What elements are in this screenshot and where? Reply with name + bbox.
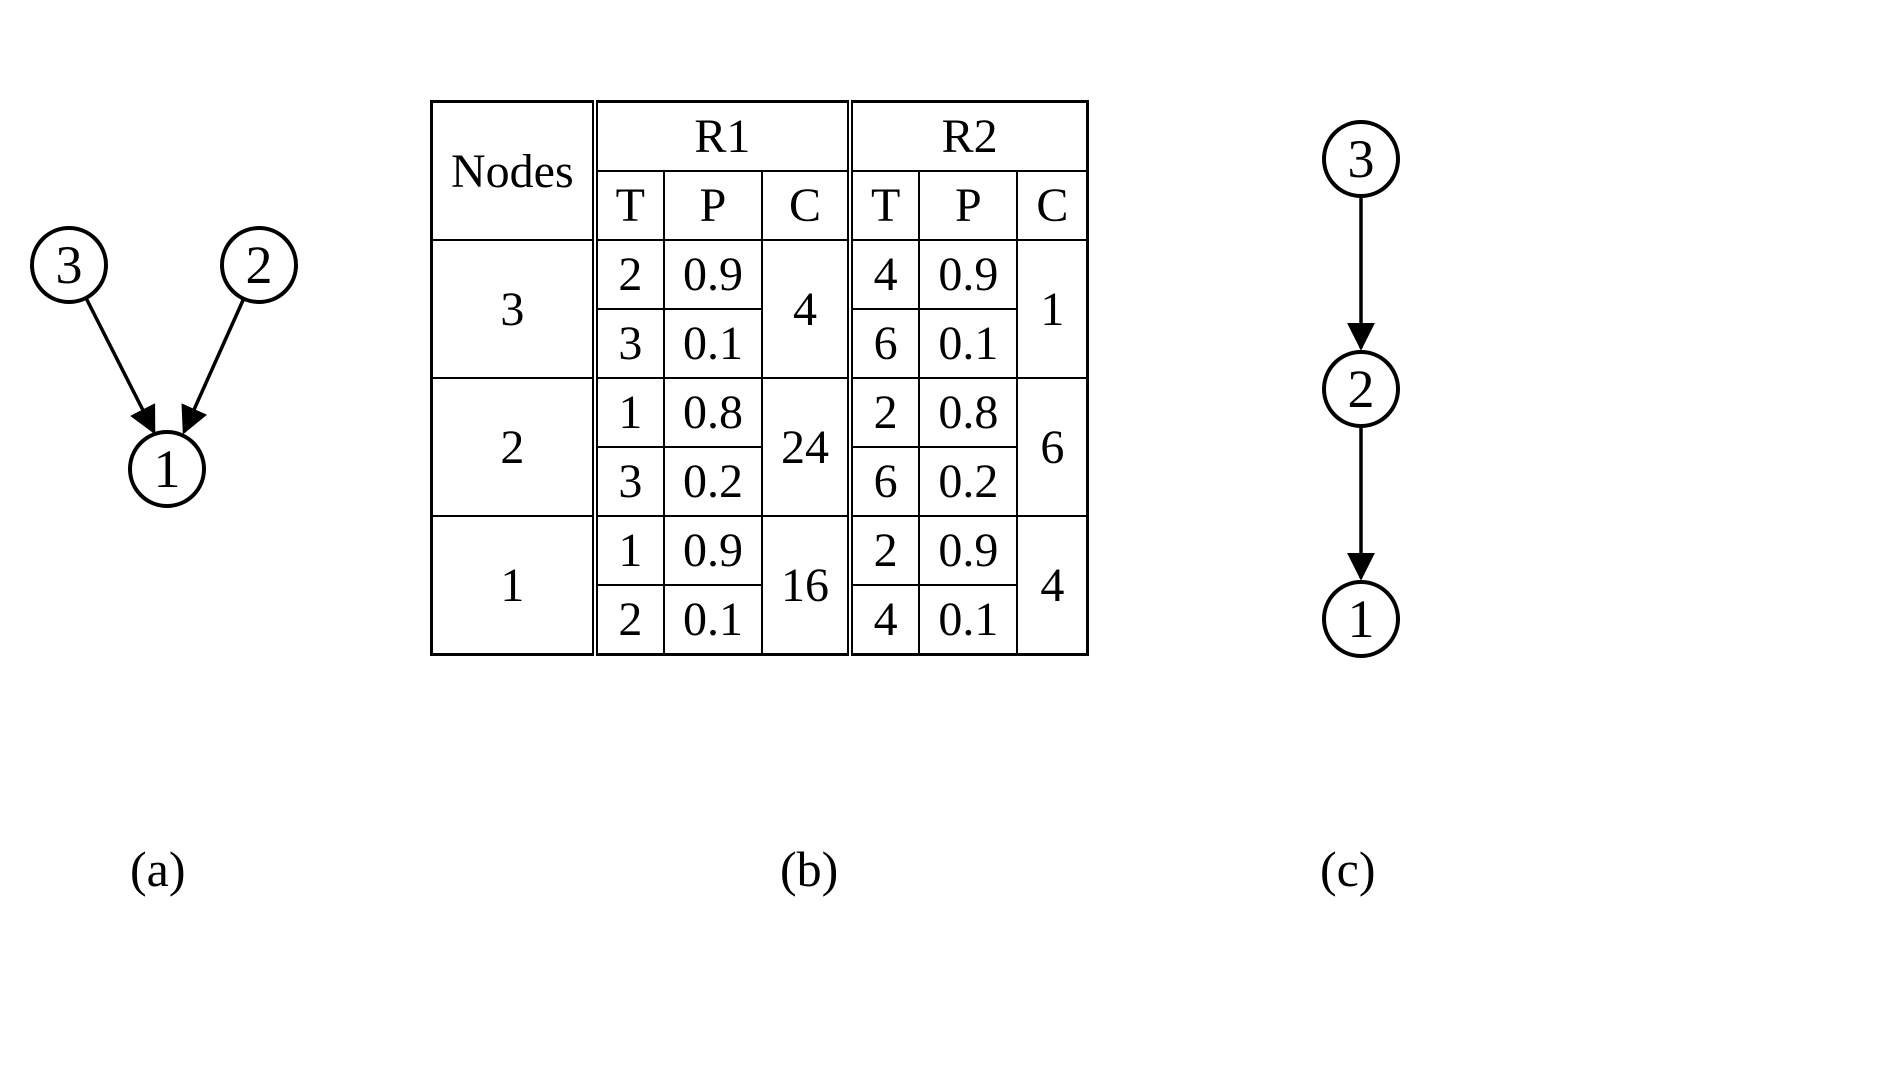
cell-node: 3 bbox=[432, 240, 595, 378]
cell-node: 2 bbox=[432, 378, 595, 516]
cell-r2-p: 0.1 bbox=[919, 309, 1017, 378]
table-row: 2 1 0.8 24 2 0.8 6 bbox=[432, 378, 1088, 447]
col-r2-p: P bbox=[919, 171, 1017, 240]
cell-r1-p: 0.9 bbox=[664, 240, 762, 309]
cell-r2-p: 0.1 bbox=[919, 585, 1017, 655]
resource-table: Nodes R1 R2 T P C T P C 3 2 0.9 bbox=[430, 100, 1089, 656]
col-nodes: Nodes bbox=[432, 102, 595, 241]
caption-b: (b) bbox=[780, 840, 838, 898]
cell-r2-p: 0.8 bbox=[919, 378, 1017, 447]
cell-node: 1 bbox=[432, 516, 595, 655]
cell-r2-c: 1 bbox=[1017, 240, 1088, 378]
cell-r2-t: 6 bbox=[850, 447, 919, 516]
table-header-row-1: Nodes R1 R2 bbox=[432, 102, 1088, 172]
cell-r1-t: 2 bbox=[595, 240, 664, 309]
table-row: 1 1 0.9 16 2 0.9 4 bbox=[432, 516, 1088, 585]
cell-r1-p: 0.1 bbox=[664, 309, 762, 378]
cell-r2-t: 4 bbox=[850, 585, 919, 655]
col-r2-t: T bbox=[850, 171, 919, 240]
cell-r2-p: 0.9 bbox=[919, 516, 1017, 585]
cell-r1-t: 1 bbox=[595, 516, 664, 585]
col-r1-t: T bbox=[595, 171, 664, 240]
col-r1-c: C bbox=[762, 171, 850, 240]
col-r1-p: P bbox=[664, 171, 762, 240]
panel-b: Nodes R1 R2 T P C T P C 3 2 0.9 bbox=[430, 100, 1089, 656]
cell-r1-c: 16 bbox=[762, 516, 850, 655]
cell-r2-t: 4 bbox=[850, 240, 919, 309]
cell-r1-p: 0.2 bbox=[664, 447, 762, 516]
caption-a: (a) bbox=[130, 840, 186, 898]
figure-container: 3 2 1 Nodes R1 R2 bbox=[0, 0, 1891, 1066]
col-group-r1: R1 bbox=[595, 102, 850, 172]
cell-r1-c: 24 bbox=[762, 378, 850, 516]
cell-r2-t: 2 bbox=[850, 516, 919, 585]
table-row: 3 2 0.9 4 4 0.9 1 bbox=[432, 240, 1088, 309]
cell-r1-t: 2 bbox=[595, 585, 664, 655]
graph-c-edges bbox=[1310, 120, 1450, 680]
col-group-r2: R2 bbox=[850, 102, 1088, 172]
graph-a-edges bbox=[30, 220, 370, 650]
cell-r1-t: 3 bbox=[595, 309, 664, 378]
cell-r1-p: 0.1 bbox=[664, 585, 762, 655]
col-r2-c: C bbox=[1017, 171, 1088, 240]
cell-r2-p: 0.2 bbox=[919, 447, 1017, 516]
cell-r2-c: 4 bbox=[1017, 516, 1088, 655]
cell-r2-c: 6 bbox=[1017, 378, 1088, 516]
caption-c: (c) bbox=[1320, 840, 1376, 898]
cell-r2-p: 0.9 bbox=[919, 240, 1017, 309]
cell-r1-p: 0.9 bbox=[664, 516, 762, 585]
panel-a: 3 2 1 bbox=[30, 220, 370, 650]
panel-c: 3 2 1 bbox=[1310, 120, 1450, 680]
cell-r1-t: 3 bbox=[595, 447, 664, 516]
cell-r1-p: 0.8 bbox=[664, 378, 762, 447]
cell-r1-t: 1 bbox=[595, 378, 664, 447]
cell-r2-t: 6 bbox=[850, 309, 919, 378]
cell-r1-c: 4 bbox=[762, 240, 850, 378]
cell-r2-t: 2 bbox=[850, 378, 919, 447]
